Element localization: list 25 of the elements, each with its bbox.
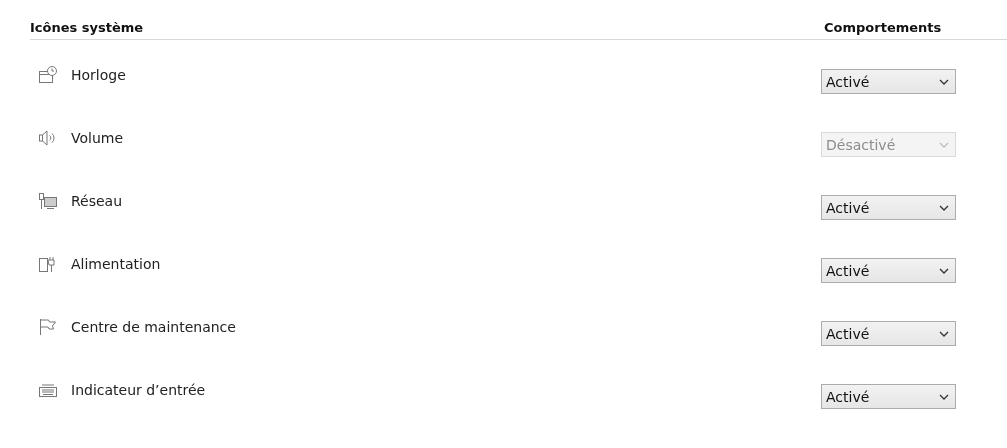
- row-label: Réseau: [71, 193, 123, 209]
- caret-icon: [939, 267, 949, 274]
- behavior-dropdown[interactable]: Activé: [821, 384, 956, 409]
- network-icon: [38, 192, 58, 210]
- power-plug-icon: [38, 255, 58, 273]
- row-label: Alimentation: [71, 256, 161, 272]
- row-label: Indicateur d’entrée: [71, 382, 206, 398]
- column-header: Comportements: [824, 20, 942, 35]
- behavior-dropdown[interactable]: Activé: [821, 258, 956, 283]
- caret-icon: [939, 78, 949, 85]
- calendar-clock-icon: [38, 66, 58, 84]
- caret-icon: [939, 330, 949, 337]
- behavior-dropdown[interactable]: Activé: [821, 69, 956, 94]
- caret-icon: [939, 393, 949, 400]
- behavior-dropdown[interactable]: Activé: [821, 321, 956, 346]
- row-label: Centre de maintenance: [71, 319, 236, 335]
- caret-icon: [939, 141, 949, 148]
- column-header: Icônes système: [30, 20, 144, 35]
- keyboard-icon: [38, 381, 58, 399]
- speaker-icon: [38, 129, 58, 147]
- row-label: Horloge: [71, 67, 126, 83]
- caret-icon: [939, 204, 949, 211]
- row-label: Volume: [71, 130, 124, 146]
- flag-icon: [38, 318, 58, 336]
- behavior-dropdown[interactable]: Activé: [821, 195, 956, 220]
